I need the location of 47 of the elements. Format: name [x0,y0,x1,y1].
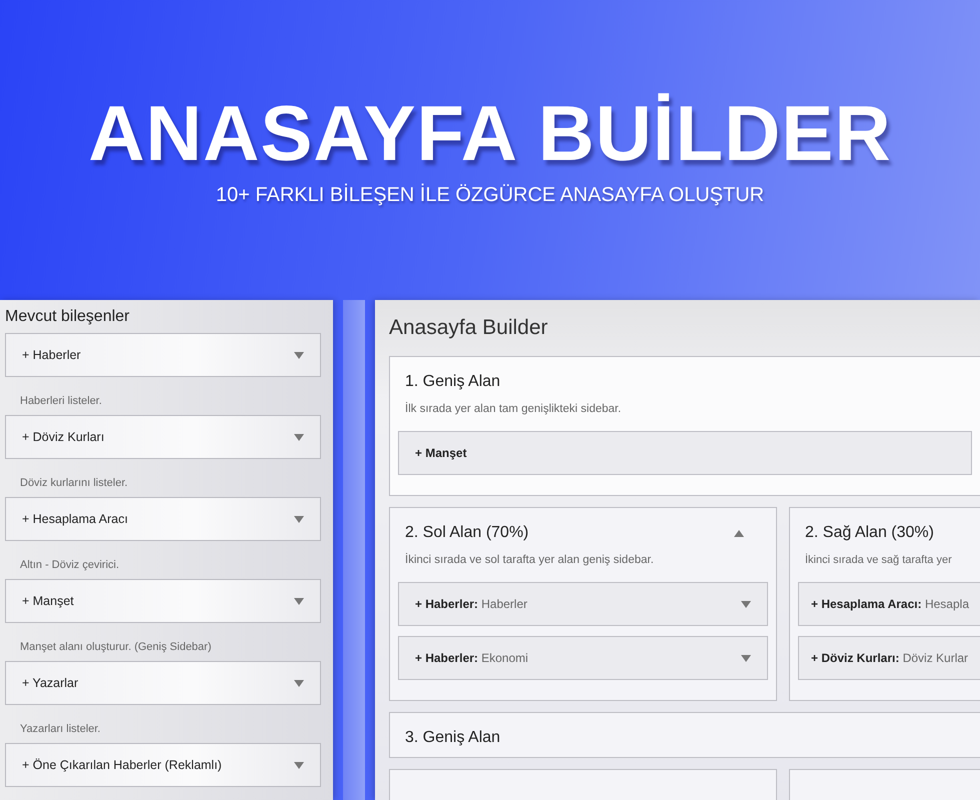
placed-component[interactable]: + Hesaplama Aracı: Hesapla [798,582,980,626]
area-description: İkinci sırada ve sol tarafta yer alan geniş sidebar. [404,552,655,568]
component-label: + Hesaplama Aracı [22,512,128,526]
caret-down-icon[interactable] [294,516,304,522]
component-label: + Manşet [22,594,74,608]
component-item[interactable]: + Öne Çıkarılan Haberler (Reklamlı) [5,743,321,787]
component-description: Manşet alanı oluşturur. (Geniş Sidebar) [19,640,212,655]
caret-down-icon[interactable] [294,352,304,358]
caret-down-icon[interactable] [294,434,304,440]
component-item[interactable]: + Manşet [5,579,321,623]
component-label: + Döviz Kurları: Döviz Kurlar [811,651,968,665]
caret-down-icon[interactable] [294,762,304,768]
caret-down-icon[interactable] [741,654,751,662]
component-item[interactable]: + Döviz Kurları [5,415,321,459]
component-label: + Öne Çıkarılan Haberler (Reklamlı) [22,758,222,772]
component-label: + Haberler: Haberler [415,597,528,611]
caret-down-icon[interactable] [741,600,751,608]
component-label: + Döviz Kurları [22,430,104,444]
area-title: 2. Sol Alan (70%) [405,524,529,542]
panel-title: Mevcut bileşenler [5,308,130,326]
component-label: + Haberler [22,348,81,362]
area-title: 2. Sağ Alan (30%) [805,524,934,542]
component-description: Altın - Döviz çevirici. [19,558,120,573]
component-description: Döviz kurlarını listeler. [19,476,129,491]
component-label: + Manşet [415,446,467,460]
component-item[interactable]: + Yazarlar [5,661,321,705]
panel-title: Anasayfa Builder [389,316,549,340]
component-item[interactable]: + Haberler [5,333,321,377]
caret-down-icon[interactable] [294,680,304,686]
component-item[interactable]: + Hesaplama Aracı [5,497,321,541]
area-title: 3. Geniş Alan [405,729,500,747]
caret-up-icon[interactable] [734,530,744,536]
banner-subtitle: 10+ FARKLI BİLEŞEN İLE ÖZGÜRCE ANASAYFA OLUŞTUR [216,184,764,207]
component-label: + Haberler: Ekonomi [415,651,528,665]
area-title: 1. Geniş Alan [405,373,500,391]
area-description: İkinci sırada ve sağ tarafta yer [804,552,953,568]
area-description: İlk sırada yer alan tam genişlikteki sidebar. [404,401,622,417]
caret-down-icon[interactable] [294,598,304,604]
placed-component[interactable]: + Haberler: Ekonomi [398,636,768,680]
placed-component[interactable]: + Manşet [398,431,972,475]
component-description: Yazarları listeler. [19,722,102,737]
placed-component[interactable]: + Döviz Kurları: Döviz Kurlar [798,636,980,680]
banner-title: ANASAYFA BUİLDER [88,88,892,178]
component-label: + Hesaplama Aracı: Hesapla [811,597,969,611]
component-description: Haberleri listeler. [19,394,103,409]
placed-component[interactable]: + Haberler: Haberler [398,582,768,626]
component-label: + Yazarlar [22,676,78,690]
